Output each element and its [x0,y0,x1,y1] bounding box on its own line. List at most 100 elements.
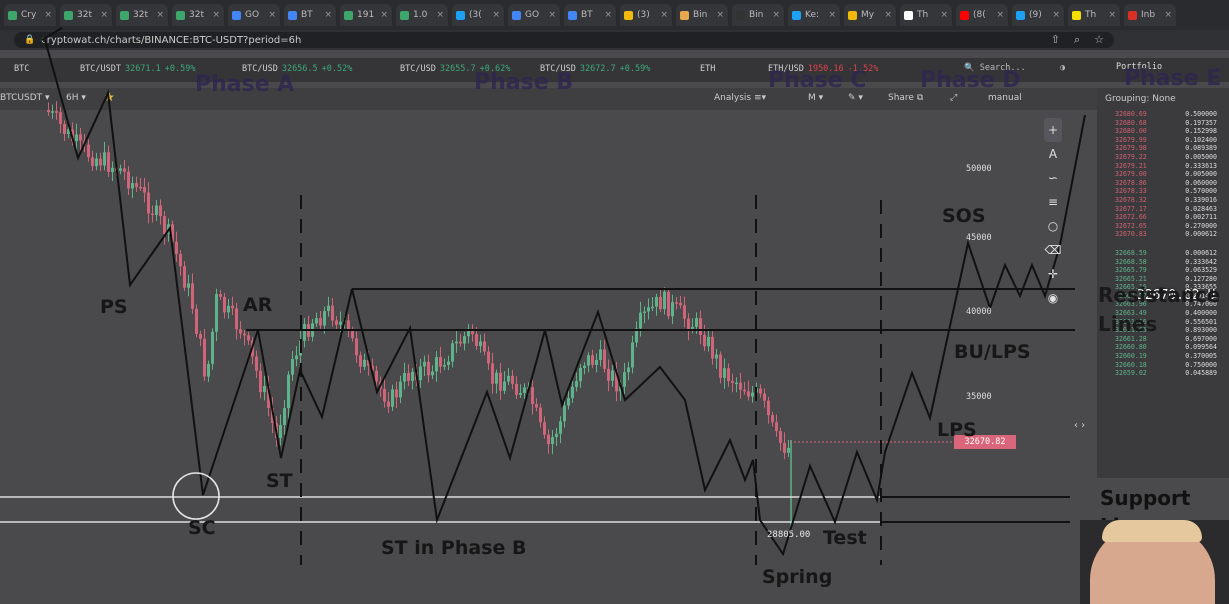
candle-body [283,408,286,425]
candle-body [99,158,102,166]
candle-body [451,343,454,362]
y-axis-label: 45000 [966,233,992,243]
candle-body [123,168,126,172]
candle-body [355,338,358,356]
wyckoff-schematic-path [44,39,1086,557]
candle-body [335,320,338,325]
candle-body [499,372,502,391]
candle-body [483,341,486,352]
candle-body [407,373,410,381]
circle-icon[interactable]: ○ [1044,214,1062,238]
candle-body [163,216,166,235]
collapse-panel-icon[interactable]: ‹ › [1074,420,1085,431]
test-label: Test [823,527,867,549]
candle-body [567,398,570,406]
eye-icon[interactable]: ◉ [1044,286,1062,310]
candle-body [327,305,330,312]
candle-body [399,381,402,398]
candle-body [395,389,398,398]
candle-body [535,404,538,408]
candle-body [651,306,654,309]
candle-body [599,349,602,360]
candle-body [91,157,94,167]
candle-body [347,320,350,331]
candle-body [699,318,702,335]
candle-body [191,283,194,309]
candle-body [175,241,178,255]
candle-body [87,144,90,158]
candle-body [331,305,334,321]
candle-body [687,318,690,331]
crosshair-icon[interactable]: ✛ [1044,262,1062,286]
candle-body [155,205,158,216]
candle-body [731,380,734,383]
candle-body [255,356,258,371]
candle-body [595,359,598,365]
candle-body [363,359,366,367]
y-axis-label: 50000 [966,164,992,174]
candle-body [639,312,642,329]
candle-body [247,335,250,341]
support-label: Support [1100,486,1191,510]
candle-body [119,168,122,171]
candle-body [95,158,98,167]
candle-body [279,424,282,439]
st-label: ST [266,470,293,492]
fib-icon[interactable]: ≡ [1044,190,1062,214]
candle-body [643,311,646,313]
candle-body [479,341,482,347]
sc-marker-circle [172,472,220,520]
candle-body [611,370,614,381]
spring-low-price: 28805.00 [767,530,811,540]
candle-body [675,302,678,304]
candle-body [495,372,498,384]
candle-body [607,368,610,381]
candle-body [739,382,742,390]
candle-body [683,305,686,319]
candle-body [655,296,658,307]
candle-body [423,361,426,367]
candle-body [743,389,746,392]
resistance-lines-label: Lines [1098,312,1158,336]
plus-icon[interactable]: + [1044,118,1062,142]
candle-body [711,336,714,359]
candle-body [555,433,558,438]
candle-body [315,318,318,324]
candle-body [375,370,378,382]
candle-body [139,186,142,189]
candle-body [63,124,66,135]
brush-icon[interactable]: ∽ [1044,166,1062,190]
candle-body [391,389,394,407]
candle-body [339,321,342,325]
candle-body [679,302,682,306]
candle-body [103,152,106,166]
candle-body [603,349,606,369]
candle-body [447,361,450,366]
text-icon[interactable]: A [1044,142,1062,166]
candle-body [719,354,722,378]
spring-label: Spring [762,566,833,588]
phase-a-label: Phase A [195,72,295,97]
candle-body [231,305,234,309]
trash-icon[interactable]: ⌫ [1044,238,1062,262]
candle-body [455,341,458,344]
candle-body [443,365,446,367]
candle-body [631,342,634,368]
candle-body [463,336,466,344]
candle-body [763,393,766,401]
candle-body [787,448,790,453]
candle-body [671,302,674,317]
candle-body [151,213,154,216]
candle-body [579,368,582,382]
candle-body [539,407,542,423]
candle-body [263,386,266,393]
candle-body [195,308,198,334]
candle-body [187,283,190,288]
candle-body [403,373,406,382]
candle-body [287,374,290,409]
candle-body [199,333,202,339]
candle-body [435,357,438,372]
candle-body [143,187,146,193]
candle-body [507,375,510,382]
y-axis-label: 35000 [966,392,992,402]
